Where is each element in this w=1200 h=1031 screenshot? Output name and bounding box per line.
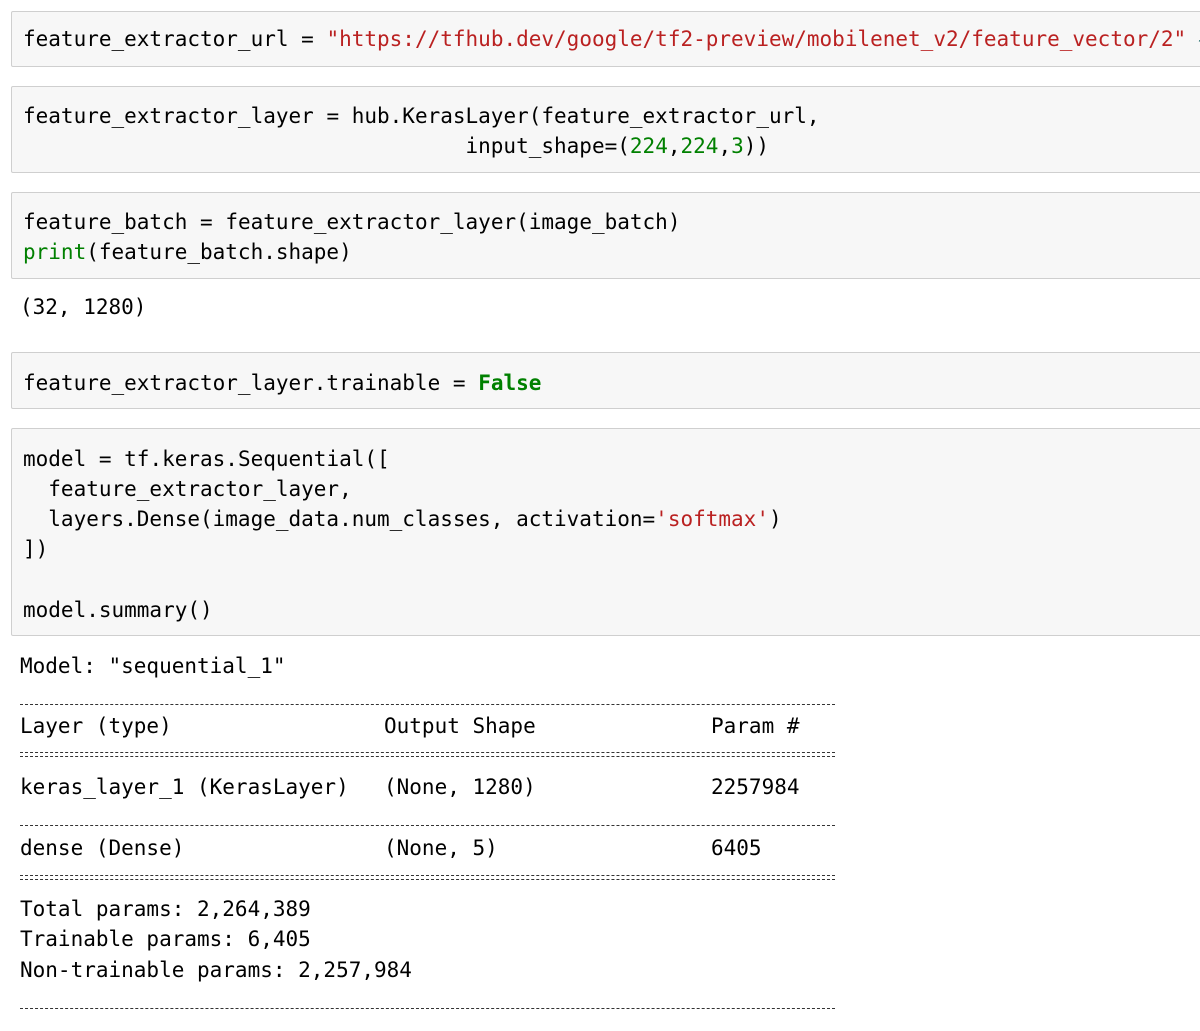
code-cell-1[interactable]: feature_extractor_url = "https://tfhub.d… — [11, 11, 1200, 67]
code-token-text: feature_extractor_layer.trainable — [23, 371, 453, 395]
code-token-text: layers.Dense(image_data.num_classes, act… — [23, 507, 643, 531]
code-token-text: feature_batch — [23, 210, 201, 234]
code-token-text: model — [23, 447, 99, 471]
code-token-text: hub.KerasLayer(feature_extractor_url, — [339, 104, 820, 128]
code-token-text: tf.keras.Sequential([ — [111, 447, 390, 471]
code-token-number: 3 — [731, 134, 744, 158]
trainable-params: Trainable params: 6,405 — [20, 927, 311, 951]
header-output-shape: Output Shape — [384, 714, 536, 738]
code-cell-3[interactable]: feature_batch = feature_extractor_layer(… — [11, 192, 1200, 279]
code-line: feature_extractor_layer, — [23, 477, 352, 501]
code-token-operator: = — [326, 104, 340, 128]
code-token-string: "https://tfhub.dev/google/tf2-preview/mo… — [326, 27, 1187, 51]
summary-divider-double — [20, 752, 835, 757]
code-token-operator: = — [604, 134, 618, 158]
model-name-line: Model: "sequential_1" — [20, 654, 286, 678]
code-line: feature_extractor_layer.trainable = Fals… — [23, 368, 541, 398]
code-token-text: feature_extractor_layer(image_batch) — [212, 210, 681, 234]
code-token-text: ) — [768, 507, 782, 531]
row-output-shape: (None, 5) — [384, 836, 498, 860]
code-cell-4[interactable]: feature_extractor_layer.trainable = Fals… — [11, 352, 1200, 409]
code-token-text: , — [667, 134, 681, 158]
summary-divider — [20, 1008, 835, 1009]
code-token-number: 224 — [629, 134, 668, 158]
code-cell-5[interactable]: model = tf.keras.Sequential([ feature_ex… — [11, 428, 1200, 636]
code-token-keyword: False — [478, 371, 542, 395]
cell-output: (32, 1280) — [20, 295, 147, 319]
row-layer-name: dense (Dense) — [20, 836, 185, 860]
summary-divider — [20, 825, 835, 826]
row-layer-name: keras_layer_1 (KerasLayer) — [20, 775, 349, 799]
code-token-text: , — [718, 134, 732, 158]
total-params: Total params: 2,264,389 — [20, 897, 311, 921]
code-token-operator: = — [452, 371, 466, 395]
code-token-text: )) — [743, 134, 770, 158]
code-line: model = tf.keras.Sequential([ — [23, 444, 390, 474]
summary-divider — [20, 704, 835, 705]
non-trainable-params: Non-trainable params: 2,257,984 — [20, 958, 412, 982]
code-token-string: 'softmax' — [655, 507, 769, 531]
code-token-text: ( — [617, 134, 630, 158]
row-param-count: 2257984 — [711, 775, 800, 799]
code-token-operator: = — [642, 507, 656, 531]
code-token-operator: = — [98, 447, 112, 471]
code-line: input_shape=(224,224,3)) — [23, 131, 770, 161]
code-line: feature_extractor_layer = hub.KerasLayer… — [23, 101, 820, 131]
code-token-builtin: print — [23, 240, 87, 264]
code-token-text: (feature_batch.shape) — [86, 240, 352, 264]
row-param-count: 6405 — [711, 836, 762, 860]
code-line: feature_batch = feature_extractor_layer(… — [23, 207, 680, 237]
code-line: layers.Dense(image_data.num_classes, act… — [23, 504, 782, 534]
code-line: model.summary() — [23, 598, 213, 622]
code-cell-2[interactable]: feature_extractor_layer = hub.KerasLayer… — [11, 86, 1200, 173]
code-token-text: input_shape — [23, 134, 605, 158]
code-token-number: 224 — [680, 134, 719, 158]
code-token-operator: = — [200, 210, 213, 234]
code-token-comment: # — [1186, 27, 1200, 51]
header-layer-type: Layer (type) — [20, 714, 172, 738]
code-token-variable: feature_extractor_url — [23, 27, 289, 51]
summary-divider-double — [20, 875, 835, 880]
header-param-count: Param # — [711, 714, 800, 738]
code-token-operator: = — [288, 27, 327, 51]
code-line: print(feature_batch.shape) — [23, 237, 352, 267]
code-line: ]) — [23, 537, 49, 561]
code-line: feature_extractor_url = "https://tfhub.d… — [23, 24, 1200, 54]
row-output-shape: (None, 1280) — [384, 775, 536, 799]
code-token-text: feature_extractor_layer — [23, 104, 327, 128]
